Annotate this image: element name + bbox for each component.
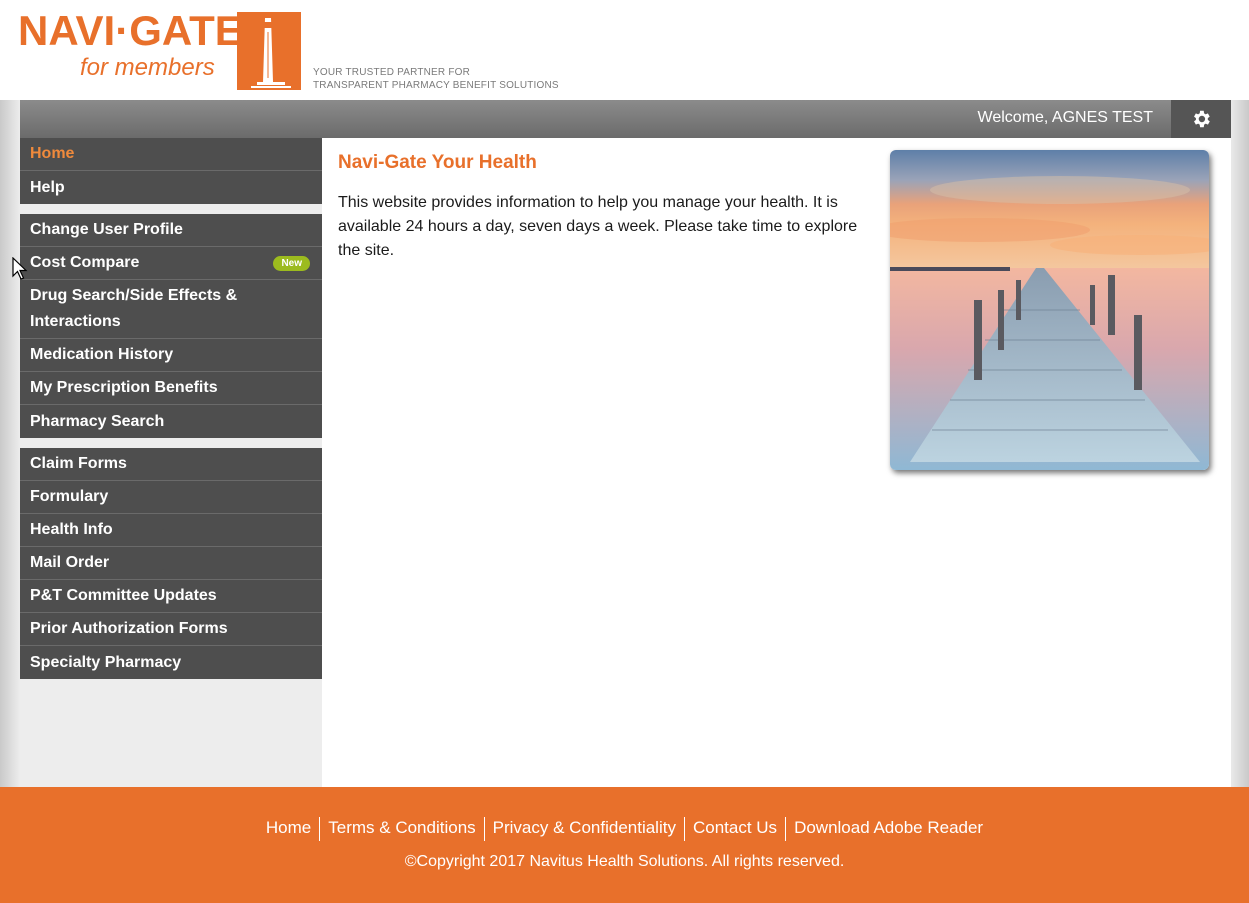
sidebar-item-label: Prior Authorization Forms: [30, 620, 228, 637]
sidebar-item-prescription-benefits[interactable]: My Prescription Benefits: [20, 372, 322, 405]
sidebar-item-label: Home: [30, 145, 75, 162]
sidebar-item-label: Health Info: [30, 521, 113, 538]
sidebar-item-label: Specialty Pharmacy: [30, 653, 182, 671]
site-header: NAVI·GATE for members YOUR TRUSTED PARTN…: [0, 0, 1249, 100]
site-footer: Home Terms & Conditions Privacy & Confiden…: [0, 787, 1249, 903]
sidebar-item-label: My Prescription Benefits: [30, 379, 218, 396]
sidebar-item-label: Mail Order: [30, 554, 110, 571]
sidebar-item-cost-compare[interactable]: Cost Compare New: [20, 247, 322, 280]
footer-link-contact[interactable]: Contact Us: [685, 818, 785, 837]
tagline-line-1: YOUR TRUSTED PARTNER FOR: [313, 67, 471, 78]
sidebar-item-label: Claim Forms: [30, 455, 127, 472]
page-title: Navi-Gate Your Health: [338, 152, 537, 173]
footer-links: Home Terms & Conditions Privacy & Confiden…: [0, 817, 1249, 841]
sidebar-item-mail-order[interactable]: Mail Order: [20, 547, 322, 580]
tagline-line-2: TRANSPARENT PHARMACY BENEFIT SOLUTIONS: [313, 80, 559, 91]
sidebar-item-label: Change User Profile: [30, 221, 183, 238]
pier-sunset-image: [890, 150, 1209, 470]
mouse-cursor-icon: [12, 256, 28, 286]
sidebar-item-prior-authorization[interactable]: Prior Authorization Forms: [20, 613, 322, 646]
sidebar-item-label: Pharmacy Search: [30, 412, 165, 430]
nav-group-account: Change User Profile Cost Compare New Dru…: [20, 214, 322, 438]
sidebar-item-label: Medication History: [30, 346, 174, 363]
footer-link-home[interactable]: Home: [258, 818, 319, 837]
sidebar-item-change-user-profile[interactable]: Change User Profile: [20, 214, 322, 247]
sidebar-item-formulary[interactable]: Formulary: [20, 481, 322, 514]
sidebar-item-drug-search[interactable]: Drug Search/Side Effects & Interactions: [20, 280, 322, 339]
welcome-message: Welcome, AGNES TEST: [977, 109, 1153, 126]
nav-divider: [20, 204, 322, 214]
sidebar-item-medication-history[interactable]: Medication History: [20, 339, 322, 372]
intro-text: This website provides information to hel…: [338, 194, 858, 259]
footer-link-terms[interactable]: Terms & Conditions: [320, 818, 483, 837]
footer-link-adobe-reader[interactable]: Download Adobe Reader: [786, 818, 991, 837]
sidebar-item-label: Drug Search/Side Effects & Interactions: [30, 287, 238, 330]
footer-link-privacy[interactable]: Privacy & Confidentiality: [485, 818, 684, 837]
sidebar-item-label: Formulary: [30, 488, 109, 505]
sidebar-nav: Home Help Change User Profile Cost Compa…: [20, 138, 322, 787]
sidebar-item-label: Cost Compare: [30, 254, 140, 271]
main-content: Navi-Gate Your Health This website provi…: [322, 138, 1231, 787]
gear-icon: [1194, 110, 1210, 128]
sidebar-item-pt-committee[interactable]: P&T Committee Updates: [20, 580, 322, 613]
new-badge: New: [273, 255, 310, 271]
logo-wordmark: NAVI·GATE: [18, 7, 243, 54]
settings-button[interactable]: [1171, 100, 1231, 138]
copyright-text: ©Copyright 2017 Navitus Health Solutions…: [404, 853, 845, 870]
sidebar-item-label: P&T Committee Updates: [30, 587, 217, 604]
sidebar-item-help[interactable]: Help: [20, 171, 322, 204]
navi-gate-logo[interactable]: NAVI·GATE for members: [18, 8, 302, 94]
sidebar-item-home[interactable]: Home: [20, 138, 322, 171]
sidebar-item-label: Help: [30, 178, 65, 196]
nav-divider: [20, 438, 322, 448]
sidebar-item-specialty-pharmacy[interactable]: Specialty Pharmacy: [20, 646, 322, 679]
nav-group-main: Home Help: [20, 138, 322, 204]
lighthouse-icon: [237, 12, 301, 90]
sidebar-item-health-info[interactable]: Health Info: [20, 514, 322, 547]
sidebar-item-pharmacy-search[interactable]: Pharmacy Search: [20, 405, 322, 438]
nav-group-resources: Claim Forms Formulary Health Info Mail O…: [20, 448, 322, 679]
logo-subtitle: for members: [80, 54, 215, 81]
tagline: YOUR TRUSTED PARTNER FOR TRANSPARENT PHA…: [313, 66, 559, 92]
sidebar-item-claim-forms[interactable]: Claim Forms: [20, 448, 322, 481]
